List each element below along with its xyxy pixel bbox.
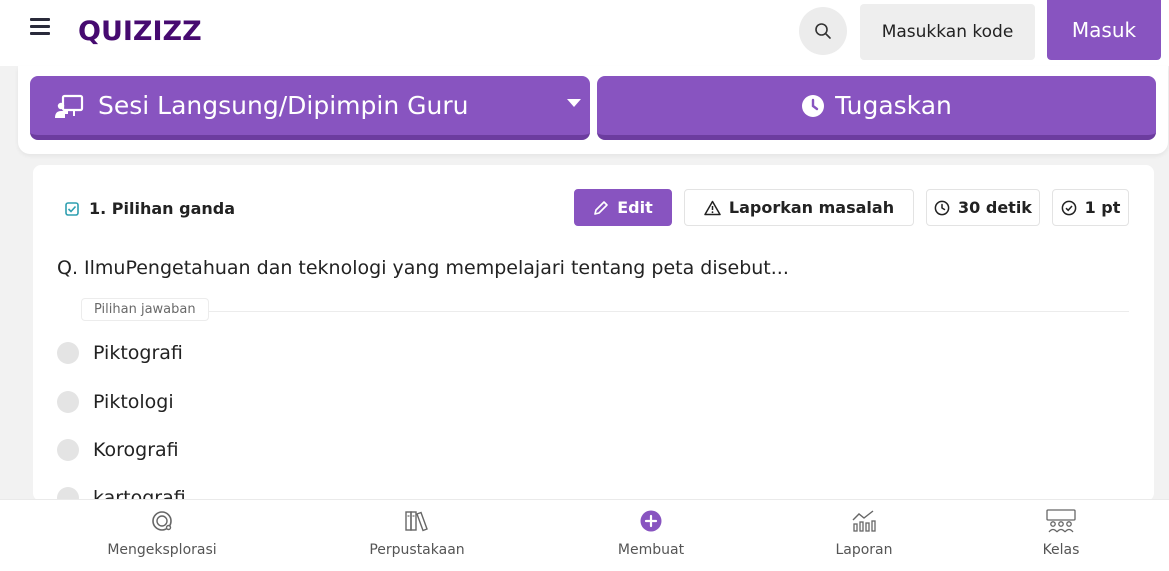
nav-library[interactable]: Perpustakaan (317, 500, 517, 571)
assign-label: Tugaskan (835, 91, 952, 120)
report-problem-button[interactable]: Laporkan masalah (684, 189, 914, 226)
create-plus-icon (640, 510, 662, 532)
answer-option[interactable]: Piktografi (57, 342, 183, 364)
clock-outline-icon (934, 200, 950, 215)
live-session-button[interactable]: Sesi Langsung/Dipimpin Guru (30, 76, 590, 140)
class-group-icon (1046, 509, 1076, 533)
question-card: 1. Pilihan ganda Edit Laporkan masalah 3… (33, 165, 1154, 509)
answer-option-text: Korografi (93, 439, 179, 461)
action-card: Sesi Langsung/Dipimpin Guru Tugaskan (18, 66, 1168, 154)
login-button[interactable]: Masuk (1047, 0, 1161, 60)
points-label: 1 pt (1084, 198, 1121, 217)
radio-icon (57, 391, 79, 413)
session-label: Sesi Langsung/Dipimpin Guru (98, 91, 469, 120)
time-limit-badge: 30 detik (926, 189, 1040, 226)
edit-label: Edit (617, 198, 653, 217)
radio-icon (57, 342, 79, 364)
library-icon (405, 511, 428, 532)
teacher-board-icon (55, 94, 84, 118)
report-label: Laporkan masalah (728, 198, 895, 217)
nav-label: Mengeksplorasi (107, 542, 217, 558)
question-type: 1. Pilihan ganda (65, 199, 235, 218)
answer-option-text: Piktologi (93, 391, 174, 413)
radio-icon (57, 439, 79, 461)
menu-icon[interactable] (30, 18, 50, 36)
enter-code-button[interactable]: Masukkan kode (860, 4, 1035, 60)
nav-reports[interactable]: Laporan (764, 500, 964, 571)
nav-label: Membuat (617, 542, 685, 558)
divider (81, 311, 1129, 312)
question-text: Q. IlmuPengetahuan dan teknologi yang me… (57, 257, 789, 279)
reports-chart-icon (852, 510, 876, 532)
nav-create[interactable]: Membuat (551, 500, 751, 571)
search-button[interactable] (799, 7, 847, 55)
nav-label: Perpustakaan (369, 542, 465, 558)
clock-icon (802, 94, 825, 117)
checkbox-icon (65, 201, 79, 216)
top-header: QUIZIZZ Masukkan kode Masuk (0, 0, 1169, 66)
nav-label: Kelas (1042, 542, 1080, 558)
warning-icon (704, 200, 721, 215)
check-circle-icon (1061, 200, 1076, 215)
answer-option[interactable]: Piktologi (57, 391, 174, 413)
time-label: 30 detik (958, 198, 1032, 217)
quizizz-logo[interactable]: QUIZIZZ (78, 16, 202, 47)
nav-class[interactable]: Kelas (961, 500, 1161, 571)
edit-button[interactable]: Edit (574, 189, 672, 226)
explore-icon (152, 511, 172, 531)
answer-option[interactable]: Korografi (57, 439, 179, 461)
pencil-icon (594, 200, 609, 215)
nav-label: Laporan (835, 542, 893, 558)
assign-button[interactable]: Tugaskan (597, 76, 1156, 140)
points-badge: 1 pt (1052, 189, 1129, 226)
answer-option-text: Piktografi (93, 342, 183, 364)
nav-explore[interactable]: Mengeksplorasi (62, 500, 262, 571)
question-type-label: 1. Pilihan ganda (89, 199, 235, 218)
bottom-navigation: Mengeksplorasi Perpustakaan Membuat Lapo… (0, 499, 1169, 571)
search-icon (815, 23, 831, 39)
caret-down-icon[interactable] (566, 98, 582, 108)
answer-choices-label: Pilihan jawaban (81, 298, 209, 321)
